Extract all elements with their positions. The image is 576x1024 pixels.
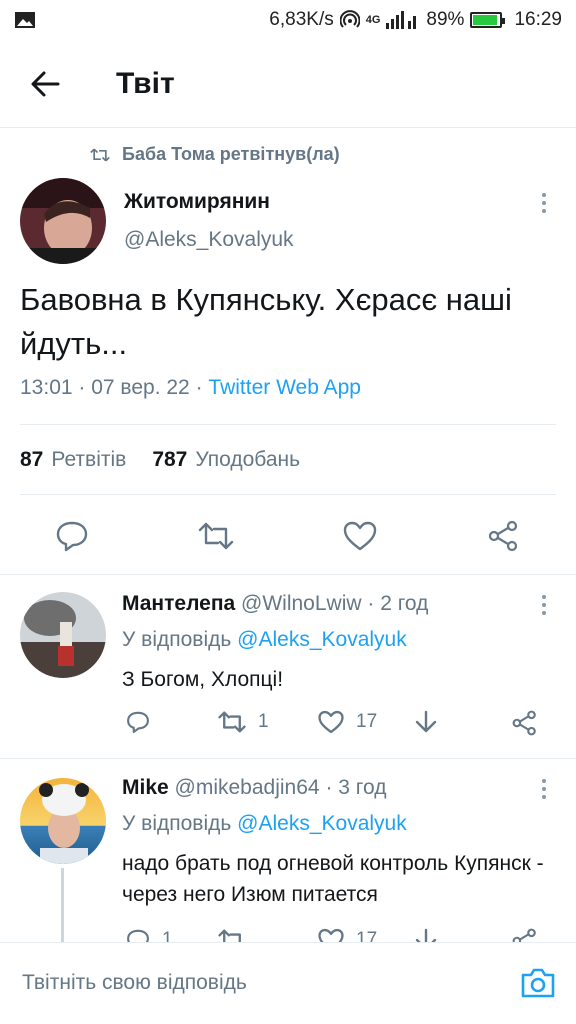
tweet-text: Бавовна в Купянську. Хєрасє наші йдуть..… [20, 282, 512, 361]
reply-action-like[interactable]: 17 [318, 710, 377, 734]
tweet-time: 13:01 [20, 376, 73, 399]
network-type: 4G [365, 14, 381, 26]
tweet-meta: 13:01 · 07 вер. 22 · Twitter Web App [20, 376, 361, 399]
back-button[interactable] [0, 40, 90, 128]
reply-button[interactable] [52, 516, 92, 556]
retweet-icon [90, 148, 110, 161]
likes-count[interactable]: 787 [152, 448, 187, 472]
reply-to-line: У відповідь @Aleks_Kovalyuk [122, 812, 407, 836]
more-icon[interactable] [532, 590, 556, 620]
hotspot-icon [339, 10, 360, 28]
more-icon[interactable] [532, 188, 556, 218]
share-icon [488, 520, 518, 552]
divider [0, 758, 576, 759]
like-icon [318, 710, 344, 734]
reply-avatar[interactable] [20, 592, 106, 678]
retweet-icon [198, 522, 234, 550]
more-icon[interactable] [532, 774, 556, 804]
reply-icon [56, 521, 88, 552]
tweet-actions [0, 510, 576, 562]
retweeted-by[interactable]: Баба Тома ретвітнув(ла) [90, 144, 340, 165]
like-icon [343, 521, 377, 551]
reply-icon [127, 711, 149, 733]
retweet-icon [218, 711, 246, 733]
share-icon [512, 710, 536, 736]
network-speed: 6,83K/s [269, 9, 334, 30]
signal-icon [386, 11, 417, 29]
reply-header: Mike @mikebadjin64 · 3 год [122, 776, 387, 799]
divider [20, 494, 556, 495]
tweet-source[interactable]: Twitter Web App [208, 376, 361, 399]
reply-retweet-count: 1 [258, 711, 269, 732]
reply-action-reply[interactable] [126, 710, 150, 734]
author-handle[interactable]: @Aleks_Kovalyuk [124, 228, 294, 252]
back-arrow-icon [31, 71, 60, 96]
battery-icon [470, 12, 506, 28]
reply-to-label: У відповідь [122, 628, 232, 651]
reply-author-name[interactable]: Мантелепа [122, 592, 235, 615]
reply-to-label: У відповідь [122, 812, 232, 835]
like-button[interactable] [340, 516, 380, 556]
divider [20, 424, 556, 425]
camera-icon [521, 968, 555, 998]
reply-to-line: У відповідь @Aleks_Kovalyuk [122, 628, 407, 652]
share-button[interactable] [484, 516, 524, 556]
likes-label[interactable]: Уподобань [195, 448, 300, 472]
retweeted-by-label: Баба Тома ретвітнув(ла) [122, 144, 340, 164]
clock: 16:29 [514, 9, 562, 30]
reply-action-share[interactable] [512, 710, 538, 736]
reply-to-handle[interactable]: @Aleks_Kovalyuk [237, 628, 407, 651]
retweets-count[interactable]: 87 [20, 448, 43, 472]
reply-text: надо брать под огневой контроль Купянск … [122, 852, 544, 906]
camera-button[interactable] [520, 965, 556, 1001]
tweet-stats: 87 Ретвітів 787 Уподобань [20, 448, 300, 472]
reply-input[interactable]: Твітніть свою відповідь [22, 971, 247, 995]
page-title: Твіт [116, 66, 175, 100]
battery-percent: 89% [426, 9, 465, 30]
reply-author-name[interactable]: Mike [122, 776, 169, 799]
image-icon [15, 12, 35, 28]
reply-header: Мантелепа @WilnoLwiw · 2 год [122, 592, 429, 615]
reply-to-handle[interactable]: @Aleks_Kovalyuk [237, 812, 407, 835]
reply-like-count: 17 [356, 711, 378, 732]
status-bar: 6,83K/s 4G 89% 16:29 [0, 0, 576, 40]
retweets-label[interactable]: Ретвітів [51, 448, 126, 472]
reply-action-retweet[interactable]: 1 [218, 710, 269, 734]
reply-author-handle[interactable]: @mikebadjin64 [175, 776, 320, 799]
reply-author-handle[interactable]: @WilnoLwiw [241, 592, 362, 615]
reply-time: 2 год [380, 592, 429, 615]
top-app-bar: Твіт [0, 40, 576, 128]
reply-time: 3 год [338, 776, 387, 799]
divider [0, 574, 576, 575]
thread-line [61, 868, 64, 948]
tweet-date: 07 вер. 22 [91, 376, 190, 399]
reply-avatar[interactable] [20, 778, 106, 864]
retweet-button[interactable] [196, 516, 236, 556]
reply-compose-bar: Твітніть свою відповідь [0, 942, 576, 1024]
reply-text: З Богом, Хлопці! [122, 668, 284, 691]
author-name[interactable]: Житомирянин [124, 190, 270, 214]
reply-action-download[interactable] [414, 710, 438, 736]
download-icon [415, 710, 437, 733]
author-avatar[interactable] [20, 178, 106, 264]
